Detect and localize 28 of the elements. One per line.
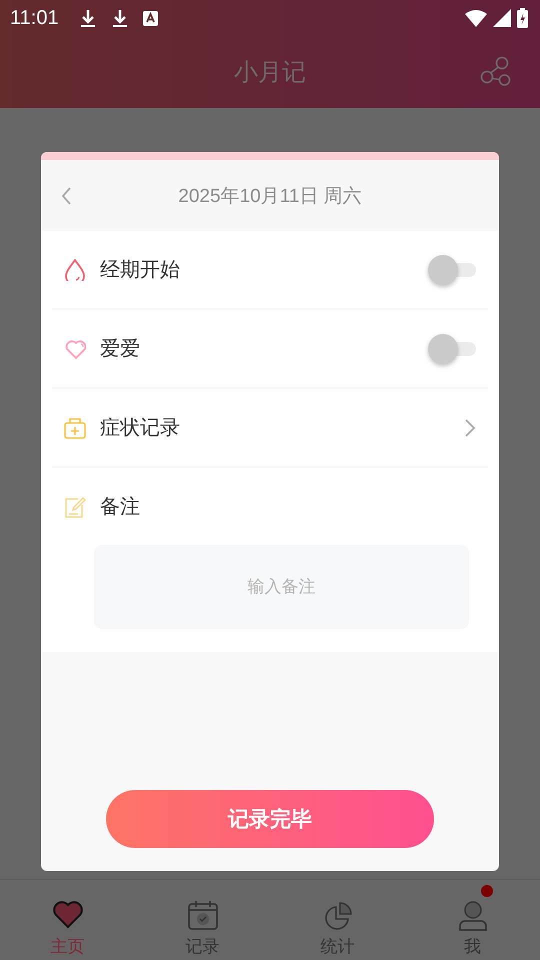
toggle-switch[interactable] bbox=[428, 332, 476, 364]
keyboard-a-icon bbox=[142, 10, 158, 26]
note-input-field[interactable]: 输入备注 bbox=[94, 545, 469, 629]
back-icon[interactable] bbox=[61, 187, 72, 205]
nav-tab[interactable]: 主页 bbox=[0, 880, 135, 960]
status-time: 11:01 bbox=[10, 6, 59, 30]
calendar-check-icon bbox=[186, 899, 218, 931]
symptom-row[interactable]: 症状记录 bbox=[52, 389, 488, 468]
chevron-right-icon bbox=[464, 418, 476, 436]
person-icon bbox=[456, 899, 488, 931]
dialog-date: 2025年10月11日 周六 bbox=[178, 184, 362, 208]
heart-icon bbox=[64, 338, 86, 360]
row-label: 备注 bbox=[100, 493, 141, 520]
heart-icon bbox=[52, 899, 84, 931]
download-icon bbox=[78, 9, 97, 27]
download-icon bbox=[110, 9, 129, 27]
medical-kit-icon bbox=[64, 416, 86, 438]
row-label: 经期开始 bbox=[100, 256, 181, 283]
signal-icon bbox=[493, 9, 511, 27]
row-label: 爱爱 bbox=[100, 335, 141, 362]
finish-button[interactable]: 记录完毕 bbox=[106, 790, 434, 848]
share-icon[interactable] bbox=[480, 56, 512, 88]
note-edit-icon bbox=[64, 496, 86, 518]
wifi-icon bbox=[465, 9, 487, 27]
drop-icon bbox=[64, 258, 86, 280]
toggle-switch[interactable] bbox=[428, 254, 476, 286]
battery-icon bbox=[517, 8, 528, 28]
app-title: 小月记 bbox=[234, 57, 306, 88]
